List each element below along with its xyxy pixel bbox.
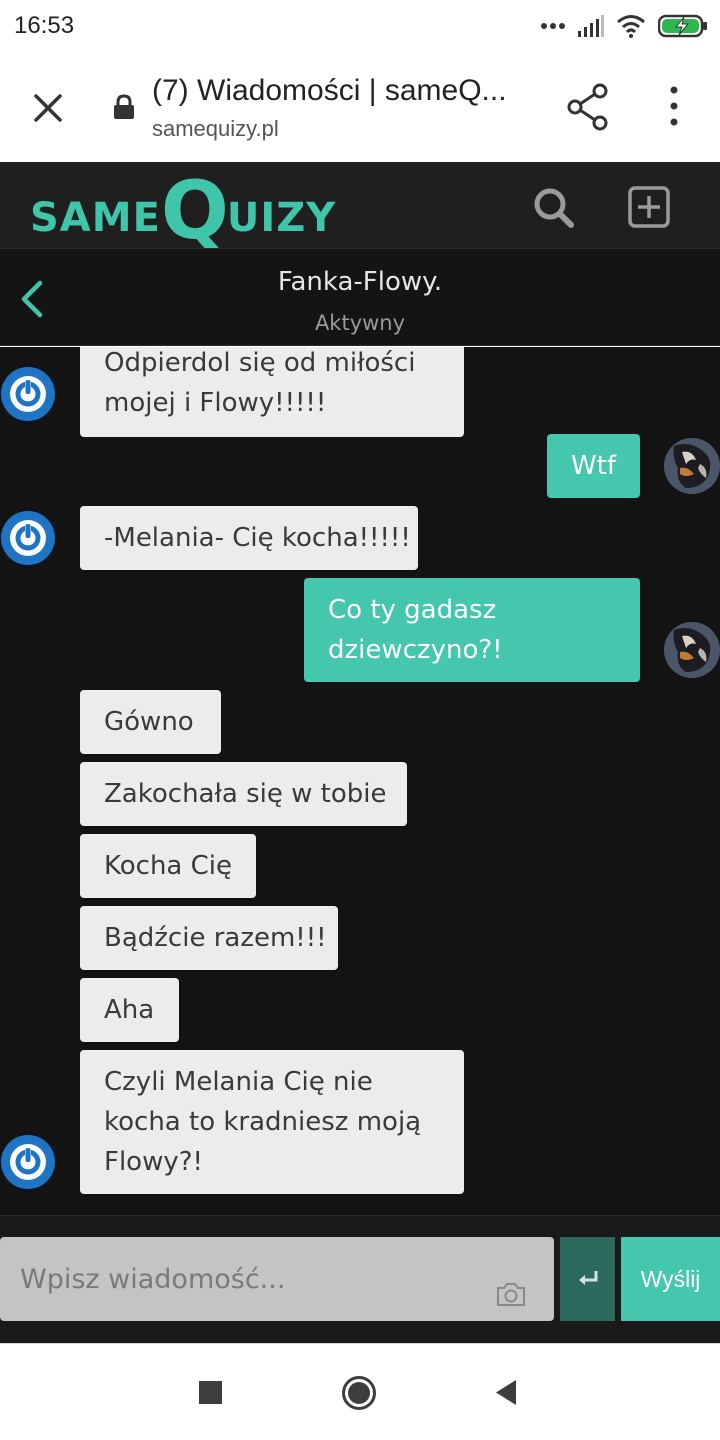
message-line: Flowy?! — [104, 1147, 203, 1177]
message-incoming: Odpierdol się od miłości mojej i Flowy!!… — [80, 347, 464, 437]
power-avatar-icon[interactable] — [0, 510, 56, 566]
logo-same: SAME — [30, 195, 161, 241]
more-vert-icon[interactable] — [662, 84, 686, 128]
conversation-header: Fanka-Flowy. Aktywny — [0, 248, 720, 346]
android-nav-bar — [0, 1343, 720, 1440]
conversation-name[interactable]: Fanka-Flowy. — [0, 267, 720, 297]
dots-icon — [541, 23, 565, 29]
message-list[interactable]: Odpierdol się od miłości mojej i Flowy!!… — [0, 347, 720, 1215]
battery-charging-icon — [658, 14, 707, 38]
page-url: samequizy.pl — [152, 116, 279, 141]
wifi-icon — [617, 15, 645, 38]
message-composer: Wyślij — [0, 1215, 720, 1343]
add-box-icon[interactable] — [628, 186, 670, 228]
message-incoming: Gówno — [80, 690, 221, 754]
message-line: Odpierdol się od miłości — [104, 348, 416, 378]
status-icons — [540, 12, 708, 40]
enter-key-icon — [578, 1271, 597, 1285]
message-line: mojej i Flowy!!!!! — [104, 388, 327, 418]
message-line: Bądźcie razem!!! — [104, 923, 327, 953]
user-avatar[interactable] — [664, 622, 720, 678]
message-incoming: Czyli Melania Cię nie kocha to kradniesz… — [80, 1050, 464, 1194]
conversation-status: Aktywny — [314, 311, 406, 335]
recent-apps-icon[interactable] — [199, 1381, 222, 1404]
back-triangle-icon[interactable] — [494, 1379, 518, 1406]
camera-icon[interactable] — [496, 1281, 526, 1307]
message-line: -Melania- Cię kocha!!!!! — [104, 523, 411, 553]
status-bar: 16:53 — [0, 0, 720, 52]
user-photo-icon — [664, 622, 720, 678]
message-line: kocha to kradniesz moją — [104, 1107, 422, 1137]
status-time: 16:53 — [14, 12, 75, 39]
message-line: Co ty gadasz — [328, 595, 497, 625]
close-icon[interactable] — [26, 86, 70, 130]
message-incoming: Zakochała się w tobie — [80, 762, 407, 826]
message-incoming: Aha — [80, 978, 179, 1042]
browser-toolbar: (7) Wiadomości | sameQ... samequizy.pl — [0, 52, 720, 162]
message-outgoing: Wtf — [547, 434, 640, 498]
message-input[interactable] — [0, 1237, 554, 1321]
message-incoming: Kocha Cię — [80, 834, 256, 898]
power-avatar-icon[interactable] — [0, 366, 56, 422]
message-line: Gówno — [104, 707, 194, 737]
message-outgoing: Co ty gadasz dziewczyno?! — [304, 578, 640, 682]
logo-uizy: UIZY — [226, 195, 337, 241]
home-icon[interactable] — [341, 1375, 377, 1411]
message-line: Czyli Melania Cię nie — [104, 1067, 373, 1097]
samequizy-logo[interactable]: SAME Q UIZY — [30, 164, 337, 258]
enter-toggle-button[interactable] — [560, 1237, 615, 1321]
page-title: (7) Wiadomości | sameQ... — [152, 74, 507, 107]
lock-icon — [114, 94, 134, 119]
share-icon[interactable] — [566, 82, 610, 132]
user-photo-icon — [664, 438, 720, 494]
message-line: Kocha Cię — [104, 851, 233, 881]
logo-q: Q — [160, 164, 229, 258]
user-avatar[interactable] — [664, 438, 720, 494]
site-header: SAME Q UIZY — [0, 162, 720, 258]
message-line: Zakochała się w tobie — [104, 779, 387, 809]
message-incoming: Bądźcie razem!!! — [80, 906, 338, 970]
message-incoming: -Melania- Cię kocha!!!!! — [80, 506, 418, 570]
message-line: Wtf — [570, 451, 617, 481]
message-line: Aha — [104, 995, 155, 1025]
send-button[interactable]: Wyślij — [621, 1237, 720, 1321]
search-icon[interactable] — [532, 186, 576, 230]
power-avatar-icon[interactable] — [0, 1134, 56, 1190]
signal-icon — [578, 15, 604, 37]
message-line: dziewczyno?! — [328, 635, 503, 665]
